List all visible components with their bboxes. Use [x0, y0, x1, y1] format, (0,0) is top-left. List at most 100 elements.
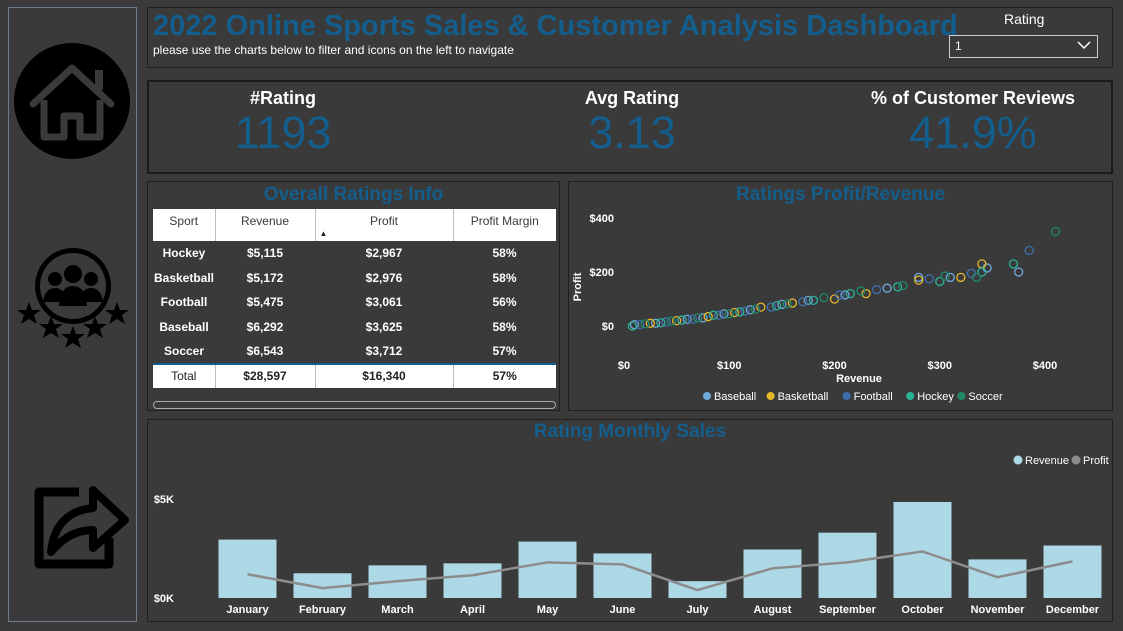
home-icon[interactable]: [13, 42, 131, 160]
kpi-avg-rating: Avg Rating 3.13: [542, 88, 722, 156]
table-cell: 58%: [492, 319, 517, 334]
table-row[interactable]: Hockey $5,115 $2,967 58%: [153, 241, 556, 266]
table-cell: $2,976: [365, 270, 403, 285]
scatter-point: [977, 259, 987, 269]
rating-filter-value: 1: [955, 39, 962, 53]
scatter-point: [750, 304, 761, 314]
table-cell: Hockey: [162, 246, 206, 261]
kpi-panel: #Rating 1193 Avg Rating 3.13 % of Custom…: [147, 80, 1113, 174]
column-header-sport[interactable]: Sport: [153, 209, 216, 241]
revenue-bar: [818, 532, 877, 598]
legend-marker: [906, 392, 915, 400]
scatter-point: [971, 272, 982, 283]
customer-ratings-icon[interactable]: [15, 244, 131, 354]
column-header-label: Profit: [369, 214, 398, 228]
table-cell: $3,712: [365, 343, 403, 358]
legend-marker: [703, 392, 711, 400]
kpi-rating-count: #Rating 1193: [193, 88, 373, 156]
x-tick-label: January: [226, 604, 269, 616]
x-tick-label: October: [901, 604, 944, 616]
table-cell: $5,115: [246, 246, 284, 261]
scatter-point: [703, 311, 713, 322]
x-tick-label: May: [537, 604, 559, 616]
legend-marker: [957, 392, 966, 400]
scatter-point: [771, 301, 782, 311]
kpi-value: 1193: [234, 107, 332, 158]
scatter-point: [982, 263, 992, 273]
dashboard-title: 2022 Online Sports Sales & Customer Anal…: [153, 10, 958, 42]
table-cell: $5,172: [246, 270, 284, 285]
ratings-table: Sport Revenue Profit ▲ Profit Margin Hoc…: [153, 209, 556, 388]
x-tick-label: $200: [822, 360, 846, 372]
scatter-point: [1014, 267, 1024, 277]
y-tick-label: $0K: [154, 593, 174, 605]
dashboard-subtitle: please use the charts below to filter an…: [153, 43, 514, 57]
scatter-point: [956, 272, 966, 283]
table-cell: 58%: [492, 246, 517, 261]
table-cell: $6,543: [246, 343, 284, 358]
legend-label: Football: [854, 391, 893, 403]
kpi-value: 41.9%: [909, 107, 1037, 158]
scatter-point: [766, 302, 777, 312]
column-header-revenue[interactable]: Revenue: [215, 209, 316, 241]
table-row[interactable]: Basketball $5,172 $2,976 58%: [153, 266, 556, 291]
scatter-point: [687, 314, 698, 324]
scatter-point: [808, 295, 819, 305]
scatter-point: [627, 321, 638, 331]
revenue-bar: [968, 559, 1027, 598]
scatter-point: [924, 274, 934, 284]
bar-chart[interactable]: $0K $5K January February March April May June Ju…: [148, 420, 1114, 623]
y-axis-label: Profit: [572, 272, 584, 301]
x-tick-label: $300: [928, 360, 952, 372]
x-tick-label: $400: [1033, 360, 1057, 372]
legend-label: Soccer: [968, 391, 1003, 403]
column-header-profit[interactable]: Profit ▲: [315, 209, 454, 241]
legend-marker: [1013, 455, 1023, 465]
share-icon[interactable]: [31, 478, 129, 570]
scatter-point: [819, 293, 829, 303]
scatter-point: [966, 268, 976, 278]
scatter-point: [945, 272, 955, 283]
table-row[interactable]: Football $5,475 $3,061 56%: [153, 290, 556, 315]
table-cell: $5,475: [246, 295, 284, 310]
table-row[interactable]: Baseball $6,292 $3,625 58%: [153, 315, 556, 340]
chevron-down-icon: [1077, 38, 1091, 55]
column-header-profit-margin[interactable]: Profit Margin: [453, 209, 556, 241]
revenue-bar: [443, 563, 502, 598]
ratings-table-panel: Overall Ratings Info Sport Revenue Profi…: [147, 181, 560, 411]
revenue-bar: [893, 501, 952, 598]
ratings-table-title: Overall Ratings Info: [263, 184, 444, 205]
x-tick-label: December: [1046, 604, 1100, 616]
kpi-value: 3.13: [588, 107, 676, 158]
kpi-customer-reviews-pct: % of Customer Reviews 41.9%: [843, 88, 1103, 156]
x-tick-label: $100: [717, 360, 741, 372]
rating-filter-dropdown[interactable]: 1: [949, 35, 1098, 58]
legend-label: Basketball: [778, 391, 829, 403]
revenue-bar: [593, 553, 652, 598]
table-cell: 58%: [492, 270, 517, 285]
table-cell: Total: [153, 362, 216, 388]
legend-label: Revenue: [1025, 455, 1069, 467]
horizontal-scrollbar[interactable]: [153, 401, 556, 409]
table-row[interactable]: Soccer $6,543 $3,712 57%: [153, 339, 556, 364]
x-axis-label: Revenue: [836, 373, 882, 385]
scatter-point: [898, 280, 908, 291]
revenue-bar: [518, 541, 577, 598]
table-cell: Soccer: [163, 343, 205, 358]
scatter-point: [892, 282, 903, 292]
scatter-point: [835, 290, 845, 300]
bar-chart-panel: Rating Monthly Sales $0K $5K January Februa…: [147, 419, 1113, 622]
revenue-bar: [218, 539, 277, 598]
scatter-point: [940, 271, 950, 281]
table-cell: Baseball: [159, 319, 209, 334]
scatter-point: [1008, 259, 1019, 269]
scatter-point: [693, 313, 703, 323]
x-tick-label: September: [819, 604, 877, 616]
table-cell: 57%: [492, 343, 517, 358]
table-cell: Football: [160, 295, 208, 310]
scatter-point: [724, 309, 734, 319]
scatter-point: [1024, 245, 1034, 256]
kpi-label: Avg Rating: [584, 88, 680, 108]
scatter-chart[interactable]: $0 $100 $200 $300 $400 $0 $200 $400 Revenue Profi…: [569, 182, 1114, 412]
legend-label: Hockey: [917, 391, 954, 403]
